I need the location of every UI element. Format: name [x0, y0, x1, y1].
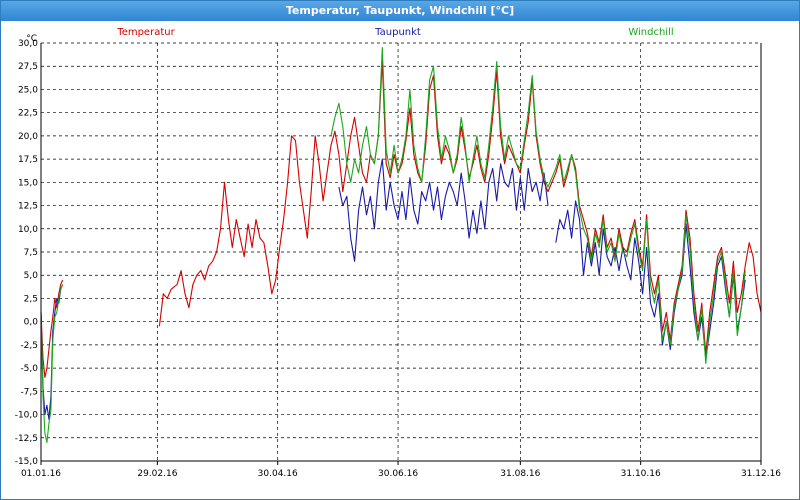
y-tick-label: 12,5: [18, 202, 38, 212]
y-tick-label: 7,5: [24, 248, 38, 258]
axes: 30,027,525,022,520,017,515,012,510,07,55…: [15, 34, 782, 479]
series-windchill: [40, 47, 746, 443]
y-tick-label: 10,0: [18, 225, 38, 235]
legend-item-taupunkt: Taupunkt: [374, 27, 421, 38]
y-tick-label: 5,0: [24, 271, 39, 281]
y-tick-label: 27,5: [18, 62, 38, 72]
y-tick-label: 20,0: [18, 132, 38, 142]
x-tick-label: 31.08.16: [500, 469, 540, 479]
series-taupunkt: [40, 158, 746, 420]
legend-item-windchill: Windchill: [628, 27, 673, 38]
y-tick-label: 22,5: [18, 109, 38, 119]
x-tick-label: 31.12.16: [741, 469, 781, 479]
x-tick-label: 01.01.16: [21, 469, 61, 479]
y-tick-label: 15,0: [18, 178, 38, 188]
series-line: [40, 284, 64, 443]
grid: [40, 42, 762, 462]
y-tick-label: -12,5: [15, 434, 38, 444]
x-tick-label: 29.02.16: [137, 469, 177, 479]
x-tick-label: 30.06.16: [378, 469, 418, 479]
y-tick-label: -2,5: [20, 341, 38, 351]
line-chart: 30,027,525,022,520,017,515,012,510,07,55…: [15, 27, 782, 479]
y-unit-label: °C: [26, 34, 37, 44]
y-tick-label: -7,5: [20, 387, 38, 397]
x-tick-label: 30.04.16: [258, 469, 298, 479]
y-tick-label: -15,0: [15, 457, 39, 467]
series-line: [158, 61, 762, 355]
y-tick-label: -5,0: [20, 364, 38, 374]
legend-item-temperatur: Temperatur: [116, 27, 175, 38]
series-layer: [40, 47, 762, 443]
y-tick-label: 0,0: [24, 318, 39, 328]
y-tick-label: 17,5: [18, 155, 38, 165]
series-line: [40, 284, 64, 420]
y-tick-label: -10,0: [15, 411, 39, 421]
chart-window: Temperatur, Taupunkt, Windchill [°C] 30,…: [0, 0, 800, 500]
x-tick-label: 31.10.16: [621, 469, 661, 479]
y-tick-label: 25,0: [18, 85, 38, 95]
y-tick-label: 2,5: [24, 294, 38, 304]
series-line: [338, 158, 549, 262]
legend: Temperatur Taupunkt Windchill: [116, 27, 673, 38]
window-title: Temperatur, Taupunkt, Windchill [°C]: [1, 1, 799, 21]
series-temperatur: [40, 61, 762, 378]
